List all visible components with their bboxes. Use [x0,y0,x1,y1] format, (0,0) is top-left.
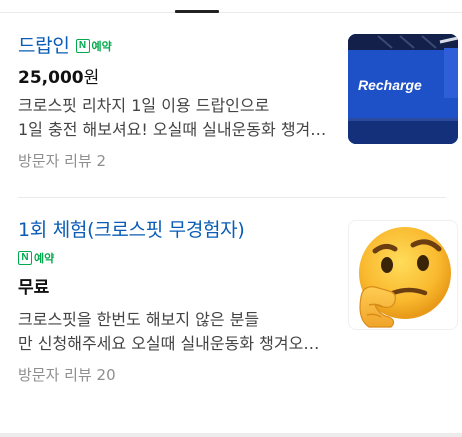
item-thumbnail[interactable]: Recharge [348,34,458,144]
desc-line: 만 신청해주세요 오실때 실내운동화 챙겨오세요 [18,334,330,353]
item-description: 크로스핏 리차지 1일 이용 드랍인으로 1일 충전 해보셔요! 오실때 실내운… [18,94,330,142]
recharge-photo: Recharge [348,34,458,144]
npay-label: 예약 [91,40,112,53]
active-tab-indicator [175,10,219,13]
naver-n-icon: N [75,39,90,53]
item-title[interactable]: 1회 체험(크로스핏 무경험자) [18,218,245,242]
list-item[interactable]: 1회 체험(크로스핏 무경험자) N 예약 무료 크로스핏을 한번도 해보지 않… [0,198,462,413]
item-price: 25,000원 [18,67,99,89]
thumb-text: Recharge [358,77,422,93]
list-item[interactable]: 드랍인 N 예약 25,000원 크로스핏 리차지 1일 이용 드랍인으로 1일… [0,14,462,197]
npay-label: 예약 [34,252,55,265]
visitor-review-count[interactable]: 방문자 리뷰 2 [18,151,106,171]
item-price: 무료 [18,277,49,299]
item-title[interactable]: 드랍인 [18,34,70,58]
item-title-row: 드랍인 N 예약 [18,34,112,58]
item-title-row: 1회 체험(크로스핏 무경험자) [18,218,245,242]
desc-line: 1일 충전 해보셔요! 오실때 실내운동화 챙겨오세요 [18,120,330,139]
npay-badge: N 예약 [75,38,112,54]
top-divider [0,12,462,13]
naver-n-icon: N [18,251,32,265]
desc-line: 크로스핏을 한번도 해보지 않은 분들 [18,310,260,329]
thinking-face-emoji-icon [359,227,451,328]
reservation-list-page: 드랍인 N 예약 25,000원 크로스핏 리차지 1일 이용 드랍인으로 1일… [0,0,462,437]
price-amount: 25,000 [18,68,84,88]
item-thumbnail[interactable] [348,220,458,330]
npay-badge: N 예약 [18,250,54,266]
item-description: 크로스핏을 한번도 해보지 않은 분들 만 신청해주세요 오실때 실내운동화 챙… [18,308,330,356]
visitor-review-count[interactable]: 방문자 리뷰 20 [18,365,116,385]
desc-line: 크로스핏 리차지 1일 이용 드랍인으로 [18,96,270,115]
price-unit: 원 [83,68,100,88]
price-amount: 무료 [18,278,50,298]
bottom-divider-bar [0,433,462,437]
